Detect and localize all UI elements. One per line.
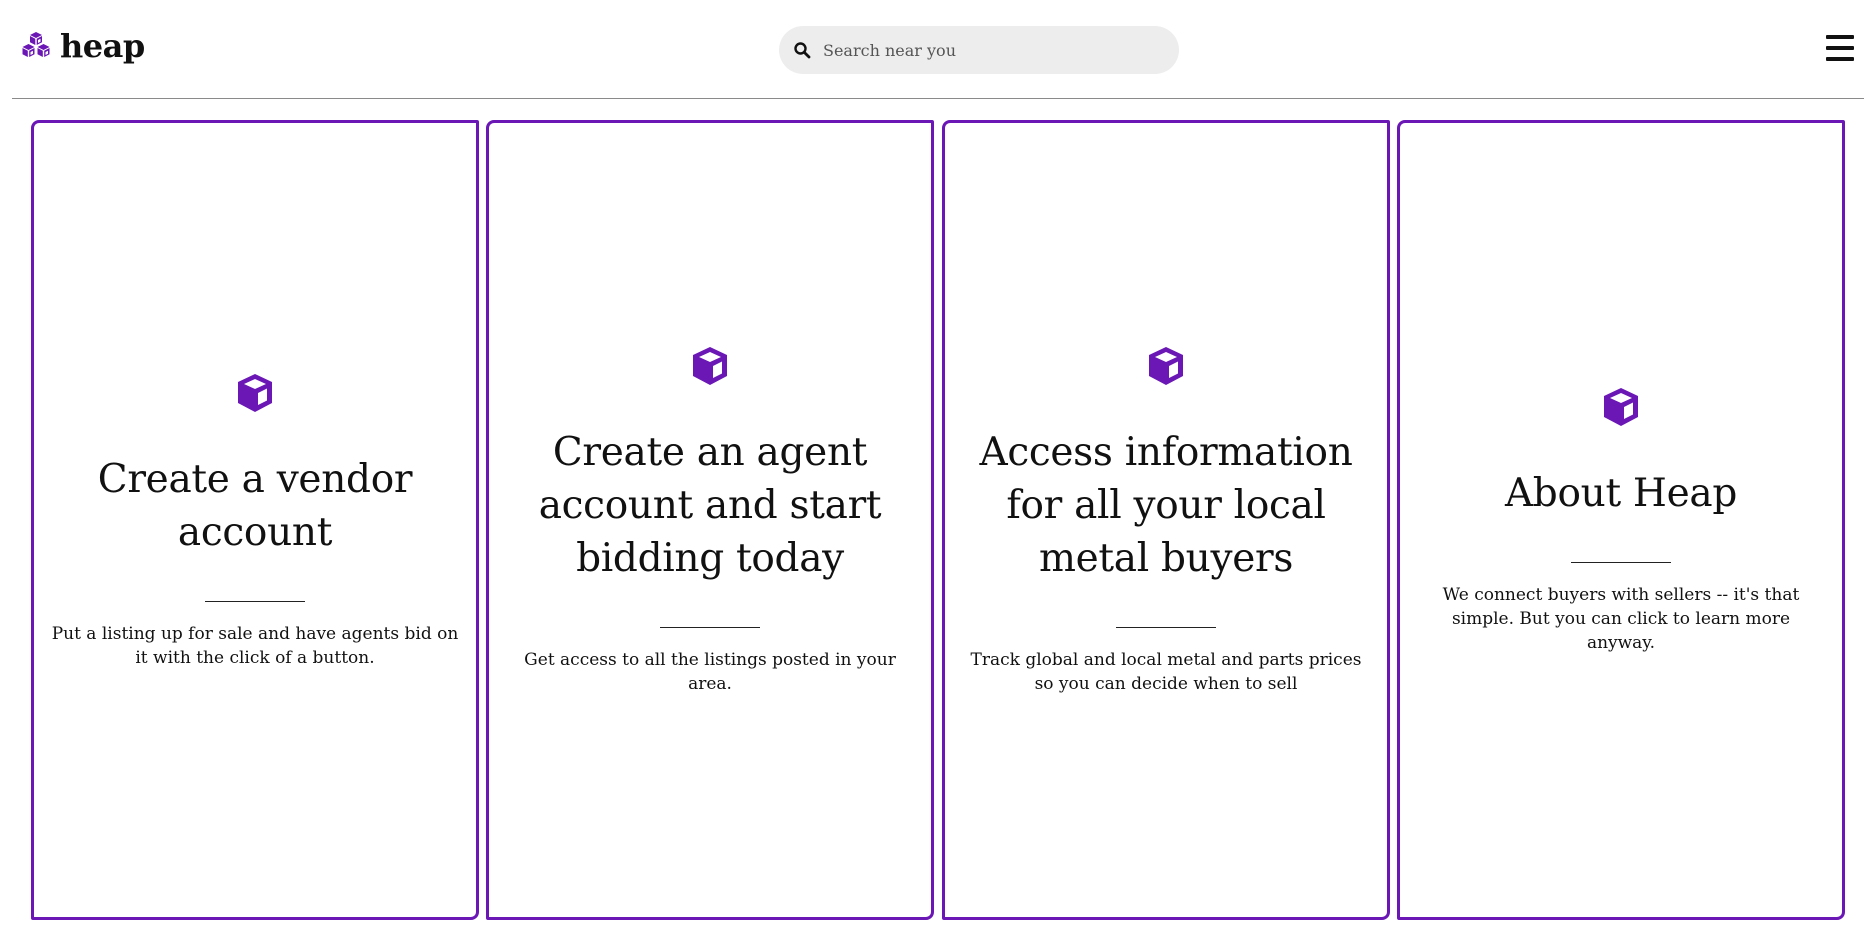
card-divider bbox=[660, 627, 760, 628]
card-metal-buyers-info[interactable]: Access information for all your local me… bbox=[942, 120, 1390, 920]
card-divider bbox=[1571, 562, 1671, 563]
card-title: Create a vendor account bbox=[97, 456, 413, 555]
page: heap Create a vendor acco bbox=[0, 0, 1864, 935]
card-title: About Heap bbox=[1504, 471, 1738, 516]
cube-icon bbox=[693, 347, 727, 385]
cube-icon bbox=[238, 373, 272, 412]
app-name: heap bbox=[60, 27, 145, 65]
hamburger-menu-icon-bar bbox=[1826, 46, 1854, 50]
hamburger-menu-button[interactable] bbox=[1826, 33, 1854, 63]
card-description: Track global and local metal and parts p… bbox=[970, 650, 1362, 694]
header-divider bbox=[12, 98, 1864, 99]
hamburger-menu-icon bbox=[1826, 35, 1854, 39]
logo-link[interactable]: heap bbox=[20, 30, 145, 62]
hamburger-menu-icon-bar bbox=[1826, 57, 1854, 61]
cube-icon bbox=[1149, 347, 1183, 385]
search-icon bbox=[794, 42, 811, 59]
card-title: Access information for all your local me… bbox=[979, 430, 1353, 581]
card-content: Create a vendor account Put a listing up… bbox=[34, 371, 476, 670]
card-content: Access information for all your local me… bbox=[945, 344, 1387, 696]
search-bar[interactable] bbox=[779, 26, 1179, 74]
cube-icon bbox=[1604, 388, 1638, 426]
card-agent-account[interactable]: Create an agent account and start biddin… bbox=[486, 120, 934, 920]
card-divider bbox=[1116, 627, 1216, 628]
card-description: Put a listing up for sale and have agent… bbox=[51, 623, 459, 668]
top-header: heap bbox=[0, 0, 1864, 100]
card-description: Get access to all the listings posted in… bbox=[524, 650, 896, 694]
search-input[interactable] bbox=[821, 29, 1179, 71]
card-divider bbox=[205, 600, 305, 602]
cubes-icon bbox=[22, 32, 50, 57]
card-vendor-account[interactable]: Create a vendor account Put a listing up… bbox=[31, 120, 479, 920]
card-about-heap[interactable]: About Heap We connect buyers with seller… bbox=[1397, 120, 1845, 920]
card-content: Create an agent account and start biddin… bbox=[489, 344, 931, 696]
card-content: About Heap We connect buyers with seller… bbox=[1400, 385, 1842, 655]
card-description: We connect buyers with sellers -- it's t… bbox=[1442, 585, 1800, 653]
feature-cards: Create a vendor account Put a listing up… bbox=[31, 120, 1847, 920]
card-title: Create an agent account and start biddin… bbox=[538, 430, 882, 581]
